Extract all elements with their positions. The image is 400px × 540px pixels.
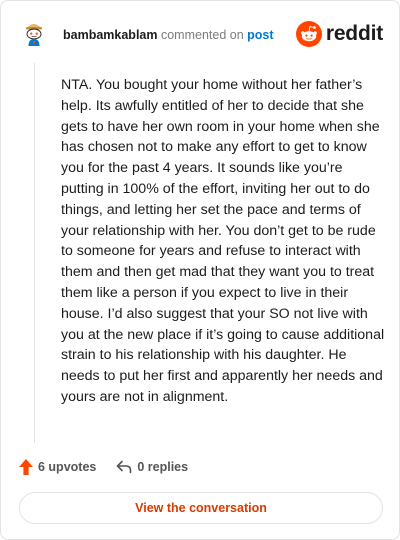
upvote-action[interactable]: 6 upvotes xyxy=(19,459,96,475)
post-link[interactable]: post xyxy=(247,28,273,42)
snoo-avatar-icon xyxy=(19,19,49,49)
reddit-logo-icon xyxy=(295,21,322,47)
username-link[interactable]: bambamkablam xyxy=(63,28,157,42)
reddit-brand[interactable]: reddit xyxy=(295,21,383,47)
reply-action[interactable]: 0 replies xyxy=(116,460,188,474)
comment-meta: bambamkablam commented on post xyxy=(63,28,274,42)
replies-count: 0 replies xyxy=(137,460,189,474)
reply-icon[interactable] xyxy=(116,460,132,474)
comment-actions: 6 upvotes 0 replies xyxy=(19,457,208,477)
reddit-wordmark: reddit xyxy=(325,22,383,45)
user-avatar[interactable] xyxy=(19,19,49,49)
view-conversation-button[interactable]: View the conversation xyxy=(19,492,383,524)
upvote-arrow-icon[interactable] xyxy=(19,459,33,475)
thread-line xyxy=(34,63,35,443)
upvotes-count: 6 upvotes xyxy=(38,460,97,474)
commented-on-text: commented on xyxy=(160,28,244,42)
comment-header: bambamkablam commented on post reddit xyxy=(19,19,383,53)
comment-card: bambamkablam commented on post reddit NT… xyxy=(0,0,400,540)
comment-body: NTA. You bought your home without her fa… xyxy=(61,77,385,405)
